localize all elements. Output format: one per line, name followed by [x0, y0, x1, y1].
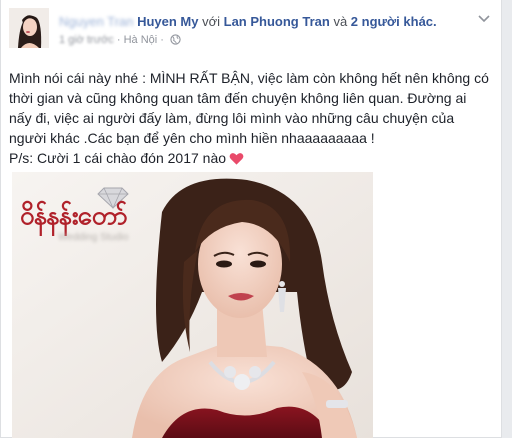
post-text-line: P/s: Cười 1 cái chào đón 2017 nào: [9, 148, 499, 171]
post-timestamp[interactable]: 1 giờ trước: [59, 34, 114, 46]
others-link[interactable]: 2 người khác.: [351, 14, 437, 29]
photo-brand-sub: Wedding Studio: [58, 232, 129, 243]
page-background-strip: [502, 0, 512, 438]
blurred-author: Nguyen Tran: [59, 14, 134, 29]
author-link[interactable]: Huyen My: [137, 14, 198, 29]
post-location[interactable]: · Hà Nội ·: [117, 34, 164, 46]
heart-icon: [229, 151, 244, 171]
post-photo[interactable]: ဝိန်နန်းတော် Wedding Studio: [12, 172, 373, 438]
and-word: và: [333, 14, 348, 29]
post-card: Nguyen Tran Huyen My với Lan Phuong Tran…: [0, 0, 502, 438]
post-text-line: Mình nói cái này nhé : MÌNH RẤT BẬN, việ…: [9, 70, 489, 86]
globe-icon[interactable]: [170, 34, 181, 48]
chevron-down-icon[interactable]: [477, 12, 491, 26]
post-text: Mình nói cái này nhé : MÌNH RẤT BẬN, việ…: [9, 68, 499, 171]
avatar[interactable]: [9, 8, 49, 48]
post-text-line: thời gian và cũng không quan tâm đến chu…: [9, 90, 467, 106]
post-meta: 1 giờ trước · Hà Nội ·: [59, 34, 181, 48]
with-word: với: [202, 14, 221, 29]
post-author-line: Nguyen Tran Huyen My với Lan Phuong Tran…: [59, 14, 437, 29]
tagged-friend-link[interactable]: Lan Phuong Tran: [224, 14, 330, 29]
post-header: Nguyen Tran Huyen My với Lan Phuong Tran…: [9, 8, 493, 54]
post-text-line: người khác .Các bạn để yên cho mình hiền…: [9, 130, 375, 146]
post-text-line: nấy đi, việc ai người đấy làm, đừng lôi …: [9, 110, 455, 126]
ps-text: P/s: Cười 1 cái chào đón 2017 nào: [9, 150, 227, 166]
